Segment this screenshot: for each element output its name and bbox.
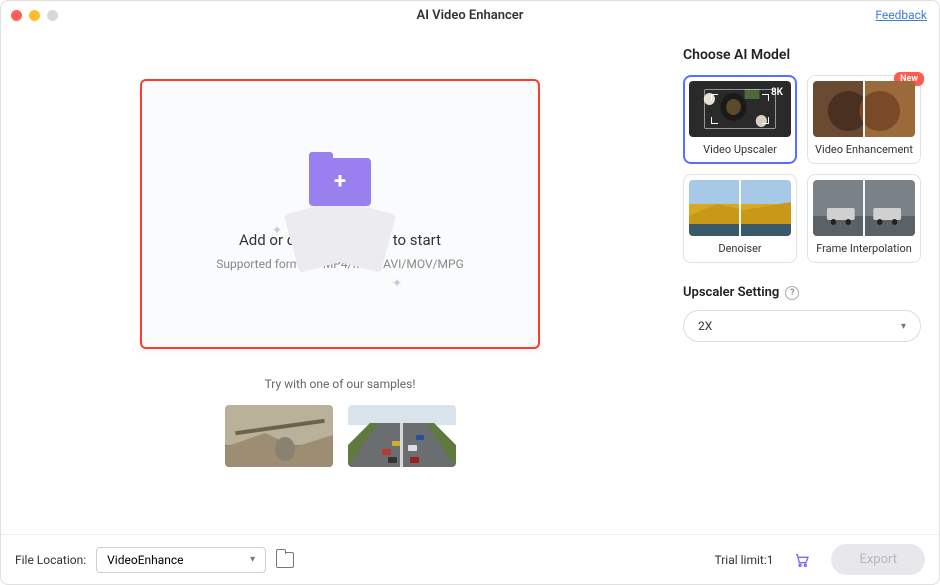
model-label: Denoiser xyxy=(689,242,791,257)
sparkle-decor: ✦ xyxy=(392,276,402,290)
export-button[interactable]: Export xyxy=(831,544,925,575)
traffic-lights xyxy=(11,10,58,21)
sample-video-1[interactable] xyxy=(225,405,333,467)
upscaler-frame-overlay xyxy=(704,89,776,129)
upscaler-select[interactable]: 2X ▾ xyxy=(683,310,921,342)
titlebar: AI Video Enhancer Feedback xyxy=(1,1,939,29)
minimize-window-button[interactable] xyxy=(29,10,40,21)
video-dropzone[interactable]: ✦ ✦ + Add or drag video here to start Su… xyxy=(140,79,540,349)
samples-label: Try with one of our samples! xyxy=(265,377,416,391)
close-window-button[interactable] xyxy=(11,10,22,21)
right-panel: Choose AI Model 8K xyxy=(679,29,939,534)
model-label: Video Enhancement xyxy=(813,143,915,158)
help-icon[interactable]: ? xyxy=(785,286,799,300)
sparkle-decor: ✦ xyxy=(272,223,282,237)
samples-row xyxy=(225,405,456,467)
background-papers-decor xyxy=(290,201,390,271)
sample-video-2[interactable] xyxy=(348,405,456,467)
model-label: Frame Interpolation xyxy=(813,242,915,257)
file-location-select[interactable]: VideoEnhance ▾ xyxy=(96,547,266,573)
maximize-window-button[interactable] xyxy=(47,10,58,21)
model-card-frame-interpolation[interactable]: Frame Interpolation xyxy=(807,174,921,263)
model-card-denoiser[interactable]: Denoiser xyxy=(683,174,797,263)
model-card-video-upscaler[interactable]: 8K Video Upscaler xyxy=(683,75,797,164)
folder-plus-icon: + xyxy=(309,158,371,206)
model-card-video-enhancement[interactable]: New Video Enhancement xyxy=(807,75,921,164)
upscaler-setting-heading: Upscaler Setting ? xyxy=(683,285,921,300)
model-label: Video Upscaler xyxy=(689,143,791,158)
model-grid: 8K Video Upscaler New Video Enhancement xyxy=(683,75,921,263)
upscaler-8k-badge: 8K xyxy=(771,87,783,98)
footer: File Location: VideoEnhance ▾ Trial limi… xyxy=(1,534,939,584)
window-title: AI Video Enhancer xyxy=(417,8,524,23)
trial-limit: Trial limit:1 xyxy=(714,553,773,567)
model-heading: Choose AI Model xyxy=(683,47,921,63)
cart-icon[interactable] xyxy=(793,552,811,568)
upscaler-heading-text: Upscaler Setting xyxy=(683,285,779,300)
chevron-down-icon: ▾ xyxy=(901,321,906,332)
browse-folder-button[interactable] xyxy=(276,552,294,568)
main-area: ✦ ✦ + Add or drag video here to start Su… xyxy=(1,29,939,534)
chevron-down-icon: ▾ xyxy=(250,554,255,565)
upscaler-value: 2X xyxy=(698,319,712,333)
file-location-value: VideoEnhance xyxy=(107,553,183,567)
left-panel: ✦ ✦ + Add or drag video here to start Su… xyxy=(1,29,679,534)
file-location-label: File Location: xyxy=(15,553,86,567)
feedback-link[interactable]: Feedback xyxy=(875,8,927,22)
